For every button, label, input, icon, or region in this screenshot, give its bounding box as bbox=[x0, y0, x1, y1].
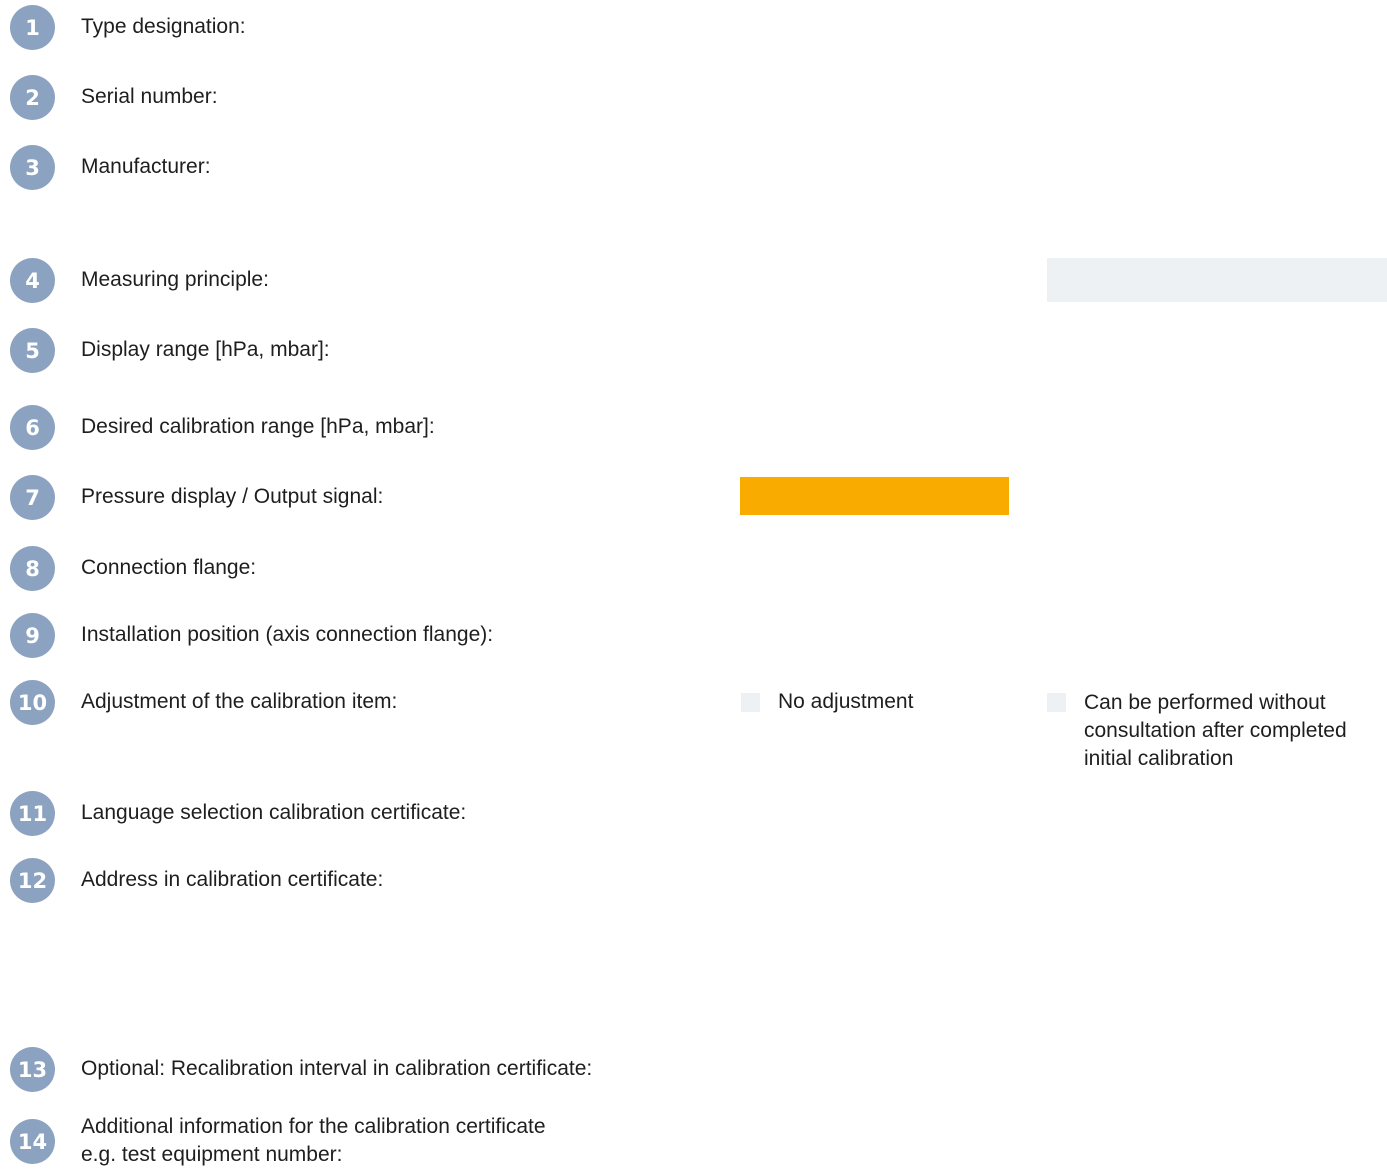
desired-calibration-range-label: Desired calibration range [hPa, mbar]: bbox=[81, 415, 435, 438]
item-number-badge-12: 12 bbox=[10, 858, 55, 903]
display-range-label: Display range [hPa, mbar]: bbox=[81, 338, 330, 361]
item-number-badge-9: 9 bbox=[10, 613, 55, 658]
no-adjustment-label: No adjustment bbox=[778, 690, 914, 713]
item-number-badge-3: 3 bbox=[10, 145, 55, 190]
item-number-badge-1: 1 bbox=[10, 5, 55, 50]
language-selection-label: Language selection calibration certifica… bbox=[81, 801, 467, 824]
pressure-display-field[interactable] bbox=[740, 477, 1009, 515]
item-number-badge-11: 11 bbox=[10, 791, 55, 836]
connection-flange-label: Connection flange: bbox=[81, 556, 257, 579]
item-number-badge-13: 13 bbox=[10, 1047, 55, 1092]
additional-information-label: Additional information for the calibrati… bbox=[81, 1113, 546, 1169]
item-number-badge-14: 14 bbox=[10, 1119, 55, 1164]
item-number-badge-6: 6 bbox=[10, 405, 55, 450]
adjust-without-consultation-line-1: Can be performed without bbox=[1084, 691, 1326, 714]
item-number-badge-8: 8 bbox=[10, 546, 55, 591]
measuring-principle-label: Measuring principle: bbox=[81, 268, 269, 291]
item-number-badge-10: 10 bbox=[10, 680, 55, 725]
adjust-without-consultation-label: Can be performed without consultation af… bbox=[1084, 689, 1347, 773]
pressure-display-label: Pressure display / Output signal: bbox=[81, 485, 384, 508]
adjustment-label: Adjustment of the calibration item: bbox=[81, 690, 398, 713]
serial-number-label: Serial number: bbox=[81, 85, 218, 108]
installation-position-label: Installation position (axis connection f… bbox=[81, 623, 494, 646]
item-number-badge-4: 4 bbox=[10, 258, 55, 303]
no-adjustment-checkbox[interactable] bbox=[741, 693, 760, 712]
recalibration-interval-label: Optional: Recalibration interval in cali… bbox=[81, 1057, 593, 1080]
adjust-without-consultation-line-2: consultation after completed bbox=[1084, 719, 1347, 742]
manufacturer-label: Manufacturer: bbox=[81, 155, 211, 178]
type-designation-label: Type designation: bbox=[81, 15, 246, 38]
address-in-certificate-label: Address in calibration certificate: bbox=[81, 868, 384, 891]
item-number-badge-2: 2 bbox=[10, 75, 55, 120]
adjust-without-consultation-line-3: initial calibration bbox=[1084, 747, 1234, 770]
additional-information-line-2: e.g. test equipment number: bbox=[81, 1143, 343, 1166]
item-number-badge-7: 7 bbox=[10, 475, 55, 520]
item-number-badge-5: 5 bbox=[10, 328, 55, 373]
adjust-without-consultation-checkbox[interactable] bbox=[1047, 693, 1066, 712]
additional-information-line-1: Additional information for the calibrati… bbox=[81, 1115, 546, 1138]
measuring-principle-field[interactable] bbox=[1047, 258, 1387, 302]
